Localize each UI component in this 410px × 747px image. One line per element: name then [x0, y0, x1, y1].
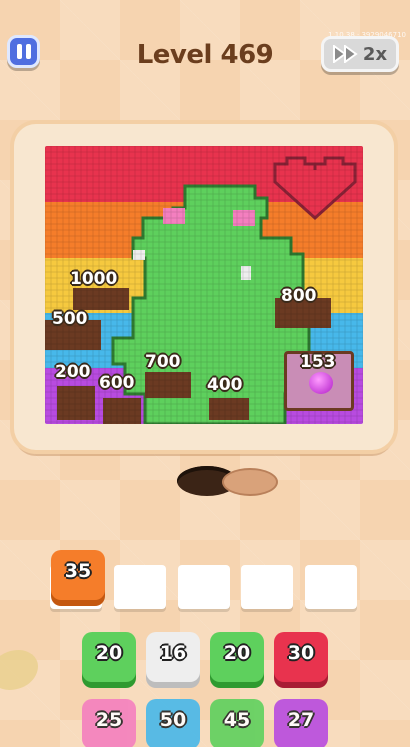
active-cup[interactable]: 35 [51, 550, 105, 600]
cup[interactable]: 27 [274, 699, 328, 747]
cup[interactable]: 20 [210, 632, 264, 682]
block-label: 600 [99, 373, 135, 393]
queue-slot [114, 565, 166, 609]
treasure-chest-icon [309, 372, 333, 394]
queue-slot [305, 565, 357, 609]
pause-icon [15, 44, 33, 59]
block-label: 200 [55, 362, 91, 382]
pause-button[interactable] [7, 35, 40, 68]
chest-label: 153 [300, 352, 336, 372]
cup[interactable]: 25 [82, 699, 136, 747]
block-label: 800 [281, 286, 317, 306]
hole-lid [222, 468, 278, 496]
block-label: 700 [145, 352, 181, 372]
block-label: 1000 [70, 269, 118, 289]
cup[interactable]: 16 [146, 632, 200, 682]
leaf-decoration [0, 650, 38, 690]
cup[interactable]: 20 [82, 632, 136, 682]
block-label: 400 [207, 375, 243, 395]
queue-slot [178, 565, 230, 609]
speed-toggle-button[interactable]: 2x [321, 36, 399, 72]
cup[interactable]: 30 [274, 632, 328, 682]
queue-slot [241, 565, 293, 609]
fast-forward-icon [332, 45, 358, 63]
speed-label: 2x [362, 43, 388, 65]
cup[interactable]: 45 [210, 699, 264, 747]
cup[interactable]: 50 [146, 699, 200, 747]
block-label: 500 [52, 309, 88, 329]
